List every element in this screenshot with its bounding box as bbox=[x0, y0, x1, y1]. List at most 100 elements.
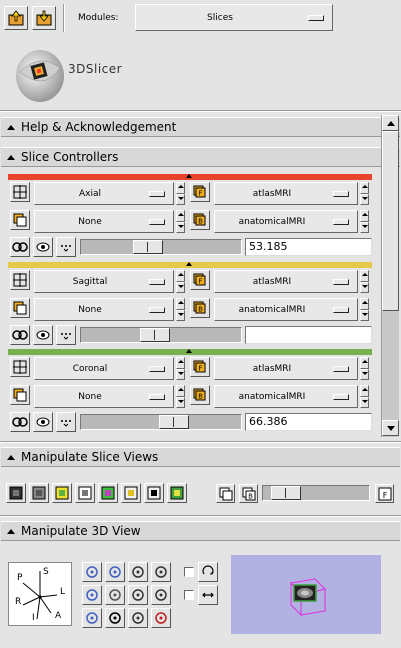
slice-controllers-header[interactable]: Slice Controllers bbox=[1, 147, 400, 167]
visibility-button[interactable] bbox=[33, 412, 53, 432]
foreground-spinner[interactable] bbox=[360, 357, 369, 380]
box-view-button[interactable] bbox=[105, 585, 125, 605]
background-layer-button[interactable]: B bbox=[190, 298, 210, 318]
foreground-selector[interactable]: atlasMRI bbox=[214, 182, 358, 205]
offset-slider-thumb[interactable] bbox=[140, 328, 170, 342]
label-spinner-up[interactable] bbox=[176, 210, 185, 222]
orientation-spinner-up[interactable] bbox=[176, 357, 185, 369]
foreground-opacity-button[interactable]: F bbox=[375, 484, 394, 503]
spin-checkbox[interactable] bbox=[184, 567, 194, 577]
label-spinner[interactable] bbox=[176, 385, 185, 408]
collapse-triangle-icon[interactable] bbox=[186, 262, 192, 266]
orientation-spinner-up[interactable] bbox=[176, 270, 185, 282]
foreground-layer-button[interactable]: F bbox=[190, 357, 210, 377]
compass-button[interactable] bbox=[167, 483, 187, 503]
foreground-spinner-up[interactable] bbox=[360, 270, 369, 282]
background-spinner-down[interactable] bbox=[360, 396, 369, 408]
foreground-selector[interactable]: atlasMRI bbox=[214, 270, 358, 293]
scroll-down-button[interactable] bbox=[382, 420, 399, 436]
roll-view-button[interactable] bbox=[82, 608, 102, 628]
foreground-spinner-down[interactable] bbox=[360, 193, 369, 205]
background-spinner[interactable] bbox=[360, 210, 369, 233]
background-opacity-button[interactable]: B bbox=[239, 484, 258, 503]
crosshair-toggle-button[interactable] bbox=[10, 357, 30, 377]
offset-slider[interactable] bbox=[80, 414, 242, 430]
scroll-up-button[interactable] bbox=[382, 115, 399, 131]
foreground-spinner-down[interactable] bbox=[360, 368, 369, 380]
foreground-spinner[interactable] bbox=[360, 270, 369, 293]
offset-entry[interactable]: 53.185 bbox=[245, 238, 372, 256]
rock-checkbox[interactable] bbox=[184, 590, 194, 600]
collapse-triangle-icon[interactable] bbox=[186, 349, 192, 353]
label-spinner-down[interactable] bbox=[176, 396, 185, 408]
background-layer-button[interactable]: B bbox=[190, 385, 210, 405]
background-spinner[interactable] bbox=[360, 298, 369, 321]
orientation-spinner-up[interactable] bbox=[176, 182, 185, 194]
more-options-button[interactable] bbox=[56, 325, 76, 345]
link-button[interactable] bbox=[10, 412, 30, 432]
foreground-layer-button[interactable]: F bbox=[190, 182, 210, 202]
main-scrollbar[interactable] bbox=[381, 115, 399, 437]
link-button[interactable] bbox=[10, 237, 30, 257]
save-scene-button[interactable] bbox=[32, 6, 56, 30]
foreground-opacity-slider[interactable] bbox=[262, 485, 370, 501]
background-spinner-down[interactable] bbox=[360, 221, 369, 233]
foreground-layer-button[interactable]: F bbox=[190, 270, 210, 290]
orientation-selector[interactable]: Axial bbox=[34, 182, 174, 205]
label-layer-button[interactable] bbox=[10, 298, 30, 318]
background-selector[interactable]: anatomicalMRI bbox=[214, 210, 358, 233]
visibility-menu-button[interactable] bbox=[105, 608, 125, 628]
record-button[interactable] bbox=[151, 608, 171, 628]
label-layer-button[interactable] bbox=[10, 210, 30, 230]
orientation-spinner[interactable] bbox=[176, 182, 185, 205]
offset-slider-thumb[interactable] bbox=[133, 240, 163, 254]
offset-slider[interactable] bbox=[80, 239, 242, 255]
crosshair-yellow-button[interactable] bbox=[121, 483, 141, 503]
label-spinner[interactable] bbox=[176, 298, 185, 321]
help-panel-header[interactable]: Help & Acknowledgement bbox=[1, 117, 400, 137]
label-selector[interactable]: None bbox=[34, 210, 174, 233]
background-spinner-up[interactable] bbox=[360, 298, 369, 310]
lightbox-button[interactable] bbox=[6, 483, 26, 503]
multicolor-grid-button[interactable] bbox=[98, 483, 118, 503]
scroll-thumb[interactable] bbox=[382, 131, 399, 311]
background-spinner-up[interactable] bbox=[360, 210, 369, 222]
visibility-button[interactable] bbox=[33, 237, 53, 257]
center-view-button[interactable] bbox=[105, 562, 125, 582]
orientation-spinner-down[interactable] bbox=[176, 368, 185, 380]
spin-view-button[interactable] bbox=[198, 562, 218, 582]
label-spinner[interactable] bbox=[176, 210, 185, 233]
screenshot-button[interactable] bbox=[128, 562, 148, 582]
background-spinner-up[interactable] bbox=[360, 385, 369, 397]
more-options-button[interactable] bbox=[56, 412, 76, 432]
label-spinner-down[interactable] bbox=[176, 221, 185, 233]
label-selector[interactable]: None bbox=[34, 385, 174, 408]
label-spinner-down[interactable] bbox=[176, 309, 185, 321]
rotate-view-button[interactable] bbox=[82, 562, 102, 582]
orientation-axes-widget[interactable]: S P L R I A bbox=[8, 562, 72, 626]
orientation-spinner-down[interactable] bbox=[176, 281, 185, 293]
manipulate-3d-view-header[interactable]: Manipulate 3D View bbox=[1, 521, 400, 541]
orientation-selector[interactable]: Coronal bbox=[34, 357, 174, 380]
stereo-button[interactable] bbox=[128, 608, 148, 628]
rock-view-button[interactable] bbox=[198, 585, 218, 605]
3d-view-thumbnail[interactable] bbox=[231, 555, 381, 634]
background-selector[interactable]: anatomicalMRI bbox=[214, 385, 358, 408]
camera-button[interactable] bbox=[128, 585, 148, 605]
visibility-button[interactable] bbox=[33, 325, 53, 345]
collapse-triangle-icon[interactable] bbox=[186, 174, 192, 178]
orientation-spinner[interactable] bbox=[176, 357, 185, 380]
pitch-view-button[interactable] bbox=[82, 585, 102, 605]
orientation-spinner-down[interactable] bbox=[176, 193, 185, 205]
background-selector[interactable]: anatomicalMRI bbox=[214, 298, 358, 321]
label-selector[interactable]: None bbox=[34, 298, 174, 321]
background-layer-button[interactable]: B bbox=[190, 210, 210, 230]
manipulate-slice-views-header[interactable]: Manipulate Slice Views bbox=[1, 447, 400, 467]
label-spinner-up[interactable] bbox=[176, 298, 185, 310]
offset-slider[interactable] bbox=[80, 327, 242, 343]
offset-entry[interactable] bbox=[245, 326, 372, 344]
slice-grid-button[interactable] bbox=[29, 483, 49, 503]
modules-selector[interactable]: Slices bbox=[135, 4, 333, 31]
foreground-spinner[interactable] bbox=[360, 182, 369, 205]
zoom-in-button[interactable] bbox=[151, 562, 171, 582]
